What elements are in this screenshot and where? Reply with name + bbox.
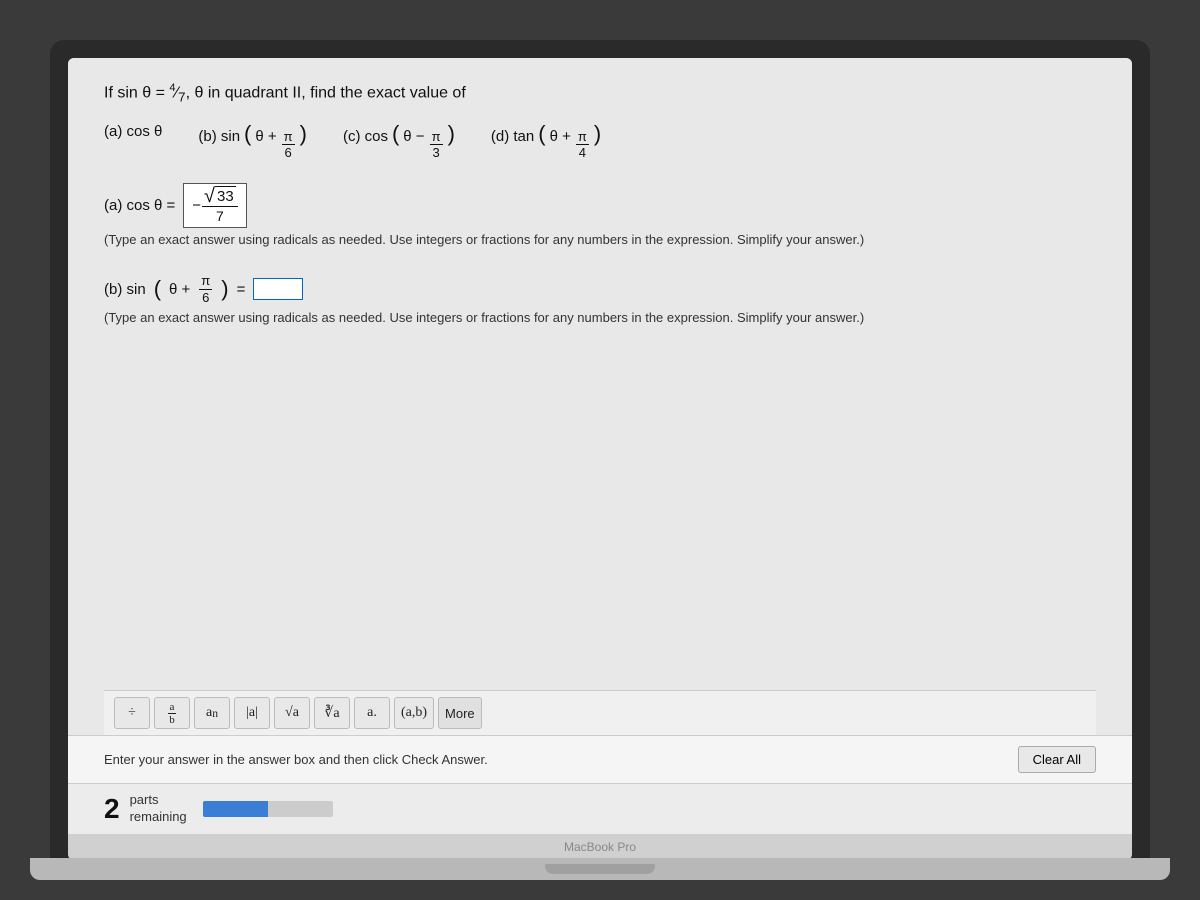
fraction-num: 4	[169, 82, 175, 94]
choice-c-label: (c) cos	[343, 128, 388, 145]
choice-c: (c) cos ( θ − π 3 )	[343, 123, 455, 161]
toolbar-power-btn[interactable]: an	[194, 697, 230, 729]
parts-label-line1: parts	[130, 792, 187, 809]
answer-b-equals: =	[237, 281, 246, 298]
macbook-label: MacBook Pro	[68, 834, 1132, 860]
answer-line-b: (b) sin ( θ + π 6 ) =	[104, 273, 1096, 305]
clear-all-button[interactable]: Clear All	[1018, 746, 1096, 773]
choice-b-frac-num: π	[282, 129, 295, 146]
answer-a-value: − √ 33 7	[183, 183, 246, 229]
choice-b-theta: θ +	[255, 128, 276, 145]
answer-a-label: (a) cos θ =	[104, 197, 175, 214]
sqrt-expr-a: √ 33	[204, 186, 236, 207]
bottom-bar: Enter your answer in the answer box and …	[68, 735, 1132, 783]
parts-label: parts remaining	[130, 792, 187, 826]
answer-b-label: (b) sin	[104, 281, 146, 298]
choice-c-rparen: )	[448, 123, 455, 145]
choice-c-lparen: (	[392, 123, 399, 145]
parts-count: 2	[104, 793, 120, 825]
content-area: If sin θ = 4⁄7, θ in quadrant II, find t…	[68, 58, 1132, 735]
answer-a-fraction: √ 33 7	[202, 186, 238, 226]
toolbar-sqrt-btn[interactable]: √a	[274, 697, 310, 729]
choice-a: (a) cos θ	[104, 123, 162, 161]
laptop-notch	[545, 864, 655, 874]
toolbar-more-btn[interactable]: More	[438, 697, 482, 729]
choice-b-rparen: )	[300, 123, 307, 145]
screen: If sin θ = 4⁄7, θ in quadrant II, find t…	[68, 58, 1132, 860]
type-instruction-a: (Type an exact answer using radicals as …	[104, 232, 1096, 247]
answer-b-rparen: )	[221, 278, 228, 300]
toolbar-abs-btn[interactable]: |a|	[234, 697, 270, 729]
answer-b-lparen: (	[154, 278, 161, 300]
choice-d-rparen: )	[594, 123, 601, 145]
choice-b: (b) sin ( θ + π 6 )	[198, 123, 307, 161]
math-toolbar: ÷ a b an |a| √a ∛a a. (a,b) More	[104, 690, 1096, 735]
answer-line-a: (a) cos θ = − √ 33 7	[104, 183, 1096, 229]
negative-sign: −	[192, 197, 201, 214]
choice-b-label: (b) sin	[198, 128, 240, 145]
question-header: If sin θ = 4⁄7, θ in quadrant II, find t…	[104, 82, 1096, 105]
choice-b-frac-den: 6	[283, 145, 294, 161]
choice-c-frac-num: π	[430, 129, 443, 146]
answer-b-input[interactable]	[253, 278, 303, 300]
choice-c-theta: θ −	[403, 128, 424, 145]
toolbar-cbrt-btn[interactable]: ∛a	[314, 697, 350, 729]
toolbar-divide-btn[interactable]: ÷	[114, 697, 150, 729]
choice-c-frac-den: 3	[430, 145, 441, 161]
choice-d-lparen: (	[538, 123, 545, 145]
parts-remaining: 2 parts remaining	[68, 783, 1132, 834]
sqrt-symbol-a: √	[204, 186, 215, 206]
choice-b-lparen: (	[244, 123, 251, 145]
choice-d-theta: θ +	[550, 128, 571, 145]
answer-a-frac-den: 7	[214, 207, 226, 225]
answer-b-frac-num: π	[199, 273, 212, 290]
choice-d-label: (d) tan	[491, 128, 534, 145]
answer-b-frac: π 6	[199, 273, 212, 305]
choice-d-frac-den: 4	[577, 145, 588, 161]
choice-d-frac: π 4	[576, 129, 589, 161]
answer-b-theta: θ +	[169, 281, 190, 298]
toolbar-fraction-btn[interactable]: a b	[154, 697, 190, 729]
choice-d: (d) tan ( θ + π 4 )	[491, 123, 601, 161]
fraction-den: 7	[178, 90, 185, 105]
choice-a-label: (a) cos θ	[104, 123, 162, 140]
answer-part-b: (b) sin ( θ + π 6 ) = (Type an exact ans…	[104, 273, 1096, 340]
laptop-base	[30, 858, 1170, 880]
choice-d-frac-num: π	[576, 129, 589, 146]
parts-label-line2: remaining	[130, 809, 187, 826]
progress-bar-fill	[203, 801, 268, 817]
answer-a-frac-num: √ 33	[202, 186, 238, 208]
answer-b-frac-den: 6	[200, 290, 211, 306]
sqrt-radicand-a: 33	[215, 186, 236, 207]
answer-part-a: (a) cos θ = − √ 33 7	[104, 183, 1096, 264]
enter-instruction: Enter your answer in the answer box and …	[104, 752, 488, 767]
laptop-outer: If sin θ = 4⁄7, θ in quadrant II, find t…	[50, 40, 1150, 860]
progress-bar-container	[203, 801, 333, 817]
choice-c-frac: π 3	[430, 129, 443, 161]
toolbar-interval-btn[interactable]: (a,b)	[394, 697, 434, 729]
choice-b-frac: π 6	[282, 129, 295, 161]
toolbar-decimal-btn[interactable]: a.	[354, 697, 390, 729]
type-instruction-b: (Type an exact answer using radicals as …	[104, 310, 1096, 325]
choices-row: (a) cos θ (b) sin ( θ + π 6 ) (c) cos ( …	[104, 123, 1096, 161]
